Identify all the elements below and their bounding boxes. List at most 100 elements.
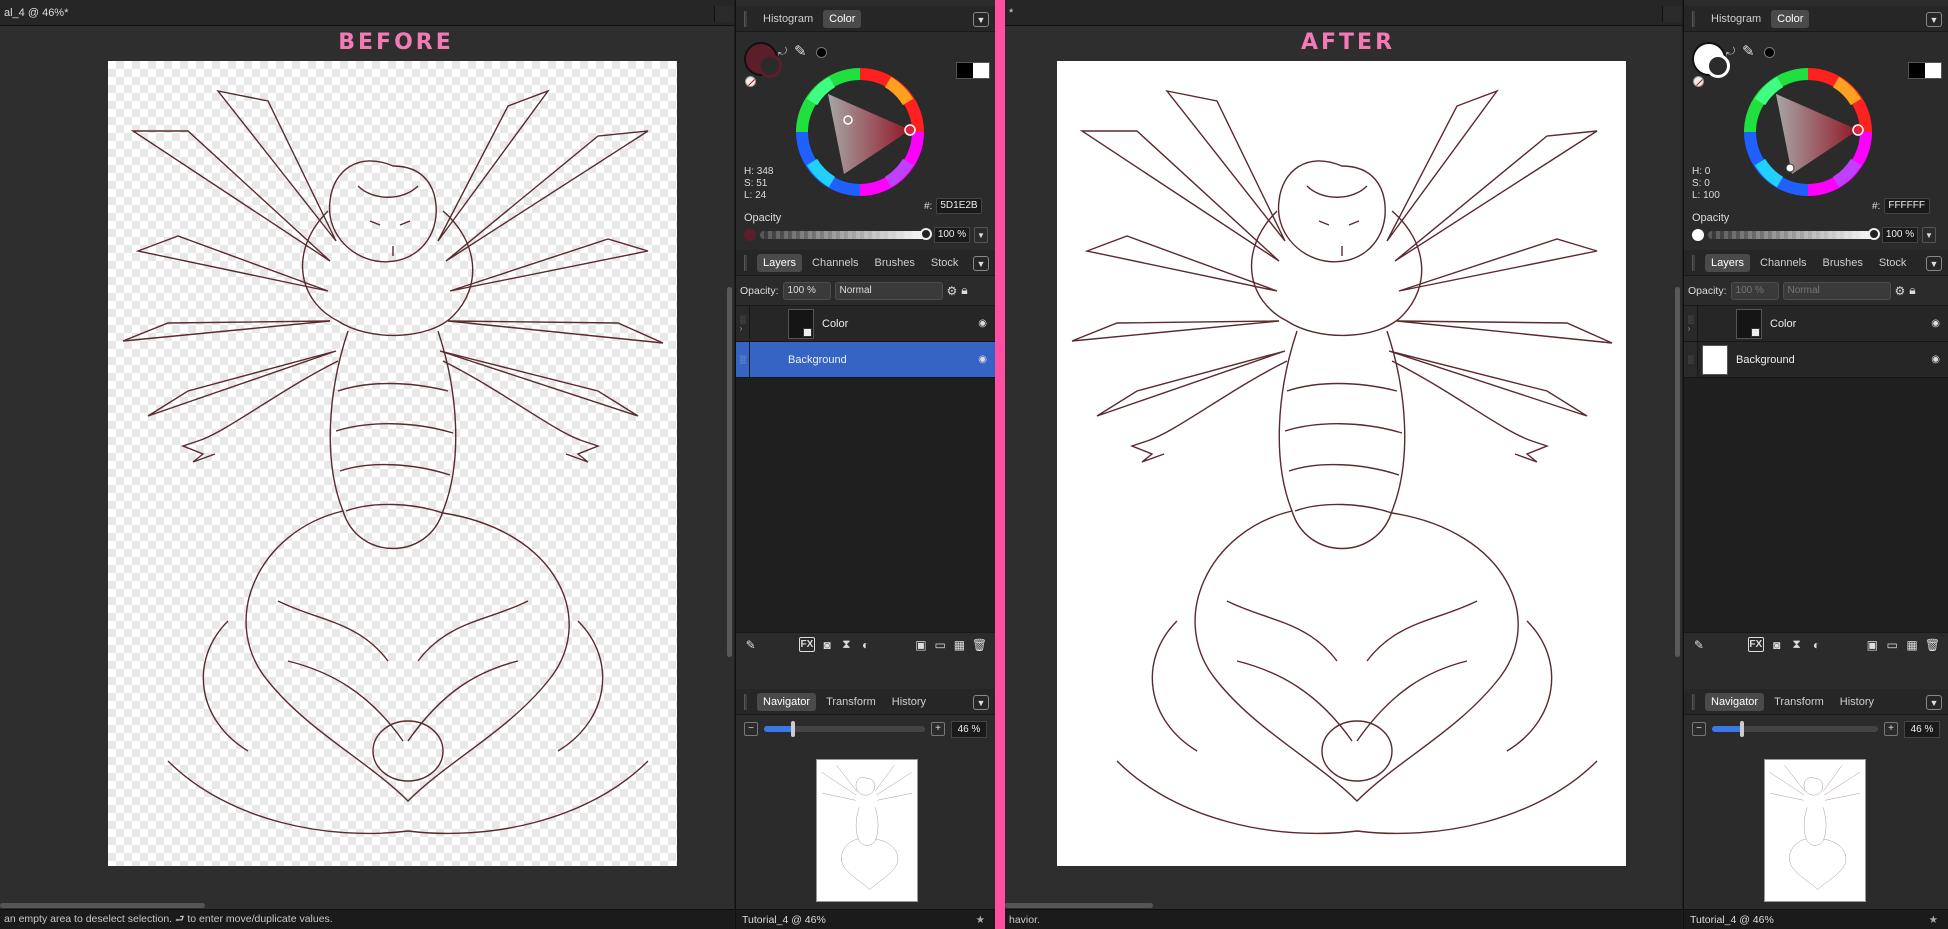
tab-navigator[interactable]: Navigator: [1705, 692, 1765, 711]
layer-row-color[interactable]: ░ › Color ◉: [736, 306, 995, 342]
layer-opacity-input[interactable]: 100 %: [782, 281, 831, 300]
edit-icon[interactable]: ✎: [1692, 637, 1706, 652]
tab-histogram[interactable]: Histogram: [757, 10, 819, 28]
tab-brushes[interactable]: Brushes: [869, 254, 921, 272]
trash-icon[interactable]: 🗑︎: [972, 637, 987, 652]
navigator-preview[interactable]: [816, 759, 918, 902]
star-icon[interactable]: ★: [976, 914, 985, 926]
chevron-down-icon[interactable]: ▼: [973, 256, 989, 271]
fx-icon[interactable]: FX: [1747, 637, 1764, 652]
color-wheel[interactable]: [1740, 64, 1876, 200]
tab-history[interactable]: History: [1834, 693, 1880, 711]
navigator-preview[interactable]: [1764, 759, 1866, 902]
swap-icon[interactable]: ⤾: [1726, 46, 1735, 59]
black-white-swatch[interactable]: [956, 62, 990, 79]
zoom-in-button[interactable]: +: [931, 722, 945, 736]
fx-icon[interactable]: FX: [799, 637, 815, 652]
lock-icon[interactable]: 🔒︎: [1909, 283, 1915, 298]
layer-main[interactable]: Background ◉: [750, 342, 995, 377]
tab-stock[interactable]: Stock: [1873, 254, 1913, 272]
eyedropper-icon[interactable]: ✎: [794, 42, 807, 60]
chevron-down-icon[interactable]: ▼: [1926, 695, 1942, 710]
zoom-slider[interactable]: [764, 721, 925, 737]
layer-row-color[interactable]: ░ › Color ◉: [1684, 306, 1948, 342]
eye-icon[interactable]: ◉: [978, 354, 987, 365]
lock-icon[interactable]: 🔒︎: [961, 283, 967, 298]
add-pixel-layer-icon[interactable]: ▣: [1865, 637, 1879, 652]
group-icon[interactable]: ▭: [934, 637, 947, 652]
tab-transform[interactable]: Transform: [820, 693, 882, 711]
artboard-canvas[interactable]: [1057, 61, 1626, 866]
black-color-dot[interactable]: [1764, 47, 1775, 58]
opacity-slider[interactable]: [760, 228, 932, 240]
gear-icon[interactable]: ⚙: [947, 284, 958, 298]
add-pixel-layer-icon[interactable]: ▣: [914, 637, 927, 652]
eye-icon[interactable]: ◉: [1931, 354, 1940, 365]
horizontal-scrollbar[interactable]: [0, 903, 205, 908]
tab-color[interactable]: Color: [823, 9, 862, 28]
artboard-canvas[interactable]: [108, 61, 677, 866]
chevron-down-icon[interactable]: ▼: [1926, 12, 1942, 27]
panel-grip[interactable]: [1692, 693, 1695, 710]
panel-grip[interactable]: [744, 693, 747, 710]
tab-navigator[interactable]: Navigator: [757, 692, 817, 711]
layer-row-background[interactable]: ░ Background ◉: [1684, 342, 1948, 378]
tab-histogram[interactable]: Histogram: [1705, 10, 1767, 28]
opacity-slider-knob[interactable]: [920, 228, 932, 240]
swap-icon[interactable]: ⤾: [778, 46, 787, 59]
blend-mode-select[interactable]: Normal: [834, 281, 943, 300]
tab-scroll-handle[interactable]: [714, 6, 734, 22]
no-color-icon[interactable]: [1693, 76, 1704, 87]
zoom-slider-knob[interactable]: [790, 721, 795, 737]
layer-gutter[interactable]: ░: [736, 342, 750, 377]
layer-gutter[interactable]: ░ ›: [1684, 306, 1698, 341]
tab-history[interactable]: History: [886, 693, 932, 711]
live-filter-icon[interactable]: ◐: [1810, 637, 1824, 652]
eye-icon[interactable]: ◉: [978, 318, 987, 329]
chevron-down-icon[interactable]: ▼: [973, 695, 989, 710]
fill-stroke-swatches[interactable]: ⤾: [744, 42, 787, 87]
trash-icon[interactable]: 🗑︎: [1925, 637, 1940, 652]
eye-icon[interactable]: ◉: [1931, 318, 1940, 329]
layer-main[interactable]: Color ◉: [1698, 306, 1948, 341]
layer-main[interactable]: Background ◉: [1698, 342, 1948, 377]
chevron-down-icon[interactable]: ▼: [1926, 256, 1942, 271]
gear-icon[interactable]: ⚙: [1895, 284, 1906, 298]
hex-input[interactable]: 5D1E2B: [936, 198, 983, 214]
tab-stock[interactable]: Stock: [925, 254, 965, 272]
zoom-out-button[interactable]: −: [744, 722, 758, 736]
black-white-swatch[interactable]: [1908, 62, 1942, 79]
tab-transform[interactable]: Transform: [1768, 693, 1830, 711]
tab-layers[interactable]: Layers: [757, 253, 803, 272]
chevron-down-icon[interactable]: ▼: [974, 227, 988, 243]
tab-brushes[interactable]: Brushes: [1817, 254, 1869, 272]
panel-grip[interactable]: [744, 10, 747, 27]
edit-icon[interactable]: ✎: [744, 637, 757, 652]
panel-grip[interactable]: [744, 254, 747, 271]
chevron-down-icon[interactable]: ▼: [1922, 227, 1936, 243]
tab-channels[interactable]: Channels: [806, 254, 864, 272]
tab-channels[interactable]: Channels: [1754, 254, 1812, 272]
opacity-slider[interactable]: [1708, 228, 1880, 240]
layer-gutter[interactable]: ░ ›: [736, 306, 750, 341]
document-tab[interactable]: al_4 @ 46%*: [0, 0, 734, 26]
layer-row-background[interactable]: ░ Background ◉: [736, 342, 995, 378]
hex-input[interactable]: FFFFFF: [1884, 198, 1931, 214]
live-filter-icon[interactable]: ◐: [859, 637, 872, 652]
group-icon[interactable]: ▭: [1885, 637, 1899, 652]
checker-icon[interactable]: ▦: [953, 637, 966, 652]
opacity-input[interactable]: 100 %: [934, 227, 970, 243]
layer-opacity-input[interactable]: 100 %: [1730, 281, 1779, 300]
tab-layers[interactable]: Layers: [1705, 253, 1751, 272]
zoom-input[interactable]: 46 %: [1904, 720, 1940, 738]
panel-grip[interactable]: [1692, 10, 1695, 27]
adjustment-icon[interactable]: ⧗: [1790, 637, 1804, 652]
zoom-in-button[interactable]: +: [1884, 722, 1898, 736]
opacity-input[interactable]: 100 %: [1882, 227, 1918, 243]
opacity-slider-knob[interactable]: [1868, 228, 1880, 240]
horizontal-scrollbar[interactable]: [1005, 903, 1153, 908]
adjustment-icon[interactable]: ⧗: [840, 637, 853, 652]
checker-icon[interactable]: ▦: [1905, 637, 1919, 652]
eyedropper-icon[interactable]: ✎: [1742, 42, 1755, 60]
blend-mode-select[interactable]: Normal: [1782, 281, 1891, 300]
